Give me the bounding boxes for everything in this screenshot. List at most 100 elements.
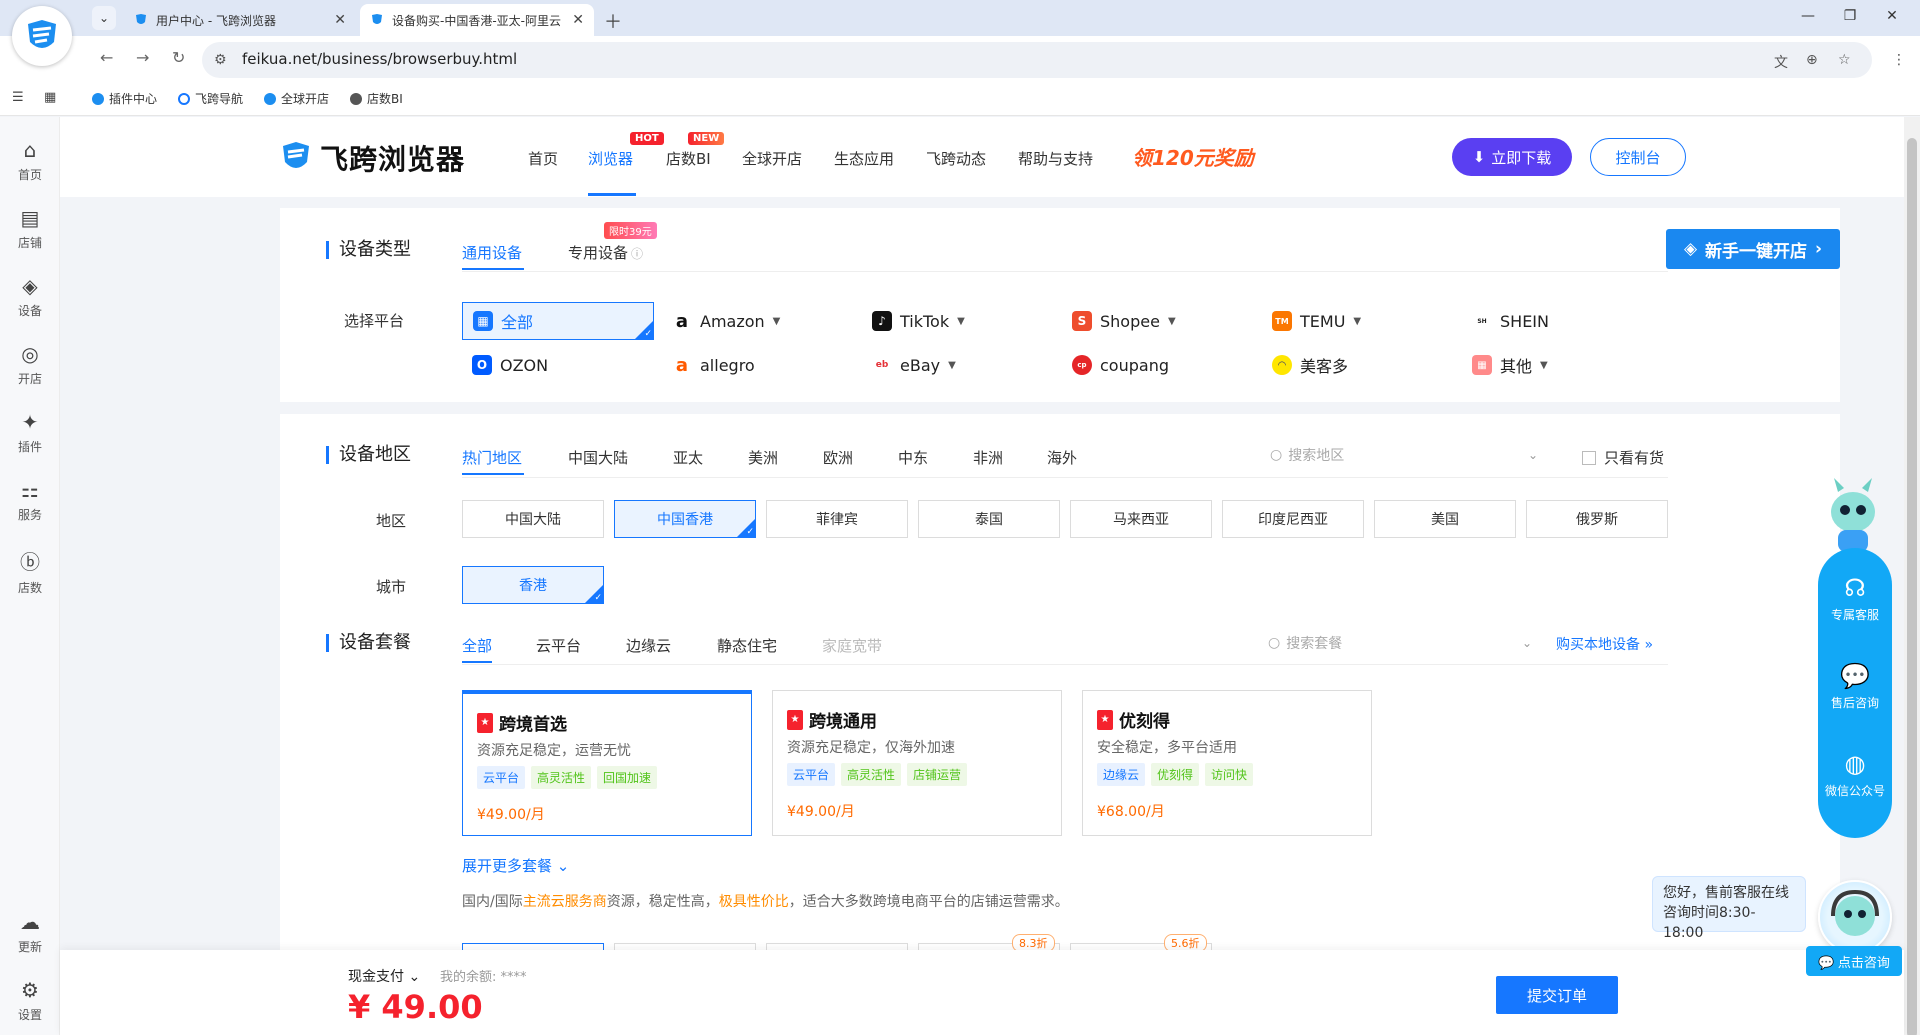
help-circle-icon[interactable]: ⓘ xyxy=(631,247,643,261)
expand-more-packages-link[interactable]: 展开更多套餐 ⌄ xyxy=(462,855,569,876)
tab-home-broadband[interactable]: 家庭宽带 xyxy=(822,635,882,656)
platform-shein[interactable]: SH SHEIN xyxy=(1462,302,1654,340)
area-option-hongkong[interactable]: 中国香港 xyxy=(614,500,756,538)
area-option-malaysia[interactable]: 马来西亚 xyxy=(1070,500,1212,538)
new-tab-plus-icon[interactable]: ＋ xyxy=(604,8,622,34)
float-item-wechat[interactable]: ◍ 微信公众号 xyxy=(1818,750,1892,799)
site-logo[interactable]: 飞跨浏览器 xyxy=(280,138,465,178)
tab-static-residential[interactable]: 静态住宅 xyxy=(717,635,777,656)
package-price: ¥49.00/月 xyxy=(477,807,545,823)
platform-coupang[interactable]: cp coupang xyxy=(1062,346,1254,384)
float-item-exclusive-service[interactable]: ☊ 专属客服 xyxy=(1818,574,1892,623)
window-close-icon[interactable]: ✕ xyxy=(1880,8,1904,24)
platform-ozon[interactable]: O OZON xyxy=(462,346,654,384)
only-in-stock-checkbox[interactable]: 只看有货 xyxy=(1582,447,1664,468)
bookmark-shop-bi[interactable]: 店数BI xyxy=(350,90,403,107)
platform-ebay[interactable]: eb eBay ▼ xyxy=(862,346,1054,384)
sidebar-toggle-icon[interactable]: ☰ xyxy=(12,90,24,105)
region-search[interactable]: ○ 搜索地区 ⌄ xyxy=(1270,445,1538,465)
platform-amazon[interactable]: a Amazon ▼ xyxy=(662,302,854,340)
zoom-icon[interactable]: ⊕ xyxy=(1806,52,1818,68)
rail-item-plugin[interactable]: ✦ 插件 xyxy=(0,410,60,455)
nav-browser[interactable]: 浏览器 xyxy=(588,148,633,169)
menu-kebab-icon[interactable]: ⋮ xyxy=(1892,52,1906,68)
area-option-thailand[interactable]: 泰国 xyxy=(918,500,1060,538)
bookmark-plugin-center[interactable]: 插件中心 xyxy=(92,90,157,107)
nav-shop-bi[interactable]: 店数BI xyxy=(666,148,711,169)
tab-apac[interactable]: 亚太 xyxy=(673,447,703,468)
area-option-russia[interactable]: 俄罗斯 xyxy=(1526,500,1668,538)
platform-shopee[interactable]: S Shopee ▼ xyxy=(1062,302,1254,340)
console-button[interactable]: 控制台 xyxy=(1590,138,1686,176)
browser-tab-device-purchase[interactable]: 设备购买-中国香港-亚太-阿里云 ✕ xyxy=(360,4,594,36)
tab-edge-cloud[interactable]: 边缘云 xyxy=(626,635,671,656)
nav-help[interactable]: 帮助与支持 xyxy=(1018,148,1093,169)
tab-dedicated-device[interactable]: 专用设备 ⓘ xyxy=(568,242,643,263)
tab-overseas[interactable]: 海外 xyxy=(1047,447,1077,468)
submit-order-button[interactable]: 提交订单 xyxy=(1496,976,1618,1014)
nav-ecosystem[interactable]: 生态应用 xyxy=(834,148,894,169)
download-button[interactable]: ⬇ 立即下载 xyxy=(1452,138,1572,176)
translate-icon[interactable]: 文 xyxy=(1774,52,1788,72)
scrollbar-thumb[interactable] xyxy=(1907,138,1917,1035)
rail-item-shop[interactable]: ▤ 店铺 xyxy=(0,206,60,251)
tab-america[interactable]: 美洲 xyxy=(748,447,778,468)
platform-other[interactable]: ▦ 其他 ▼ xyxy=(1462,346,1654,384)
nav-home[interactable]: 首页 xyxy=(528,148,558,169)
rail-item-update[interactable]: ☁ 更新 xyxy=(0,910,60,955)
package-card-ucloud[interactable]: ★ 优刻得 安全稳定，多平台适用 边缘云 优刻得 访问快 ¥68.00/月 xyxy=(1082,690,1372,836)
rail-item-open-store[interactable]: ◎ 开店 xyxy=(0,342,60,387)
rail-item-home[interactable]: ⌂ 首页 xyxy=(0,138,60,183)
checkbox-box[interactable] xyxy=(1582,450,1596,465)
platform-tiktok[interactable]: ♪ TikTok ▼ xyxy=(862,302,1054,340)
package-card-crossborder-first[interactable]: ★ 跨境首选 资源充足稳定，运营无忧 云平台 高灵活性 回国加速 ¥49.00/月 xyxy=(462,690,752,836)
browser-tab-user-center[interactable]: 用户中心 - 飞跨浏览器 ✕ xyxy=(124,4,356,36)
float-item-after-sales[interactable]: 💬 售后咨询 xyxy=(1818,662,1892,711)
platform-temu[interactable]: TM TEMU ▼ xyxy=(1262,302,1454,340)
bookmark-global-store[interactable]: 全球开店 xyxy=(264,90,329,107)
tab-package-all[interactable]: 全部 xyxy=(462,635,492,656)
tab-mainland[interactable]: 中国大陆 xyxy=(568,447,628,468)
bookmark-star-icon[interactable]: ☆ xyxy=(1838,52,1851,68)
reload-icon[interactable]: ↻ xyxy=(172,48,185,67)
back-arrow-icon[interactable]: ← xyxy=(100,48,113,67)
area-option-indonesia[interactable]: 印度尼西亚 xyxy=(1222,500,1364,538)
buy-local-device-link[interactable]: 购买本地设备 » xyxy=(1556,634,1653,654)
city-option-hongkong[interactable]: 香港 xyxy=(462,566,604,604)
nav-global-store[interactable]: 全球开店 xyxy=(742,148,802,169)
rail-item-service[interactable]: ⚏ 服务 xyxy=(0,478,60,523)
close-icon[interactable]: ✕ xyxy=(572,12,584,28)
payment-method-select[interactable]: 现金支付 ⌄ xyxy=(348,966,420,986)
tab-general-device[interactable]: 通用设备 xyxy=(462,242,522,263)
close-icon[interactable]: ✕ xyxy=(334,12,346,28)
rail-item-device[interactable]: ◈ 设备 xyxy=(0,274,60,319)
forward-arrow-icon[interactable]: → xyxy=(136,48,149,67)
package-card-crossborder-general[interactable]: ★ 跨境通用 资源充足稳定，仅海外加速 云平台 高灵活性 店铺运营 ¥49.00/… xyxy=(772,690,1062,836)
platform-mercadolibre[interactable]: ◠ 美客多 xyxy=(1262,346,1454,384)
tab-cloud-platform[interactable]: 云平台 xyxy=(536,635,581,656)
package-search[interactable]: ○ 搜索套餐 ⌄ xyxy=(1268,633,1532,653)
promo-reward[interactable]: 领120元奖励 xyxy=(1132,142,1254,171)
bookmark-feikua-nav[interactable]: 飞跨导航 xyxy=(178,90,243,107)
support-avatar[interactable] xyxy=(1818,880,1892,954)
area-option-usa[interactable]: 美国 xyxy=(1374,500,1516,538)
tab-europe[interactable]: 欧洲 xyxy=(823,447,853,468)
site-info-icon[interactable]: ⚙ xyxy=(214,52,227,68)
rail-item-bi[interactable]: ⓑ 店数 xyxy=(0,546,60,596)
tab-hot-region[interactable]: 热门地区 xyxy=(462,447,522,468)
restore-icon[interactable]: ❐ xyxy=(1838,8,1862,24)
minimize-icon[interactable]: — xyxy=(1796,8,1820,24)
newbie-open-store-button[interactable]: ◈ 新手一键开店 › xyxy=(1666,229,1840,269)
tab-middle-east[interactable]: 中东 xyxy=(898,447,928,468)
platform-all[interactable]: ▦ 全部 xyxy=(462,302,654,340)
rail-item-settings[interactable]: ⚙ 设置 xyxy=(0,978,60,1023)
click-consult-button[interactable]: 💬 点击咨询 xyxy=(1806,946,1902,976)
platform-allegro[interactable]: a allegro xyxy=(662,346,854,384)
area-option-philippines[interactable]: 菲律宾 xyxy=(766,500,908,538)
tab-africa[interactable]: 非洲 xyxy=(973,447,1003,468)
area-option-mainland[interactable]: 中国大陆 xyxy=(462,500,604,538)
url-text[interactable]: feikua.net/business/browserbuy.html xyxy=(242,50,517,68)
tab-search-button[interactable]: ⌄ xyxy=(92,6,116,30)
apps-grid-icon[interactable]: ▦ xyxy=(44,90,56,105)
nav-news[interactable]: 飞跨动态 xyxy=(926,148,986,169)
